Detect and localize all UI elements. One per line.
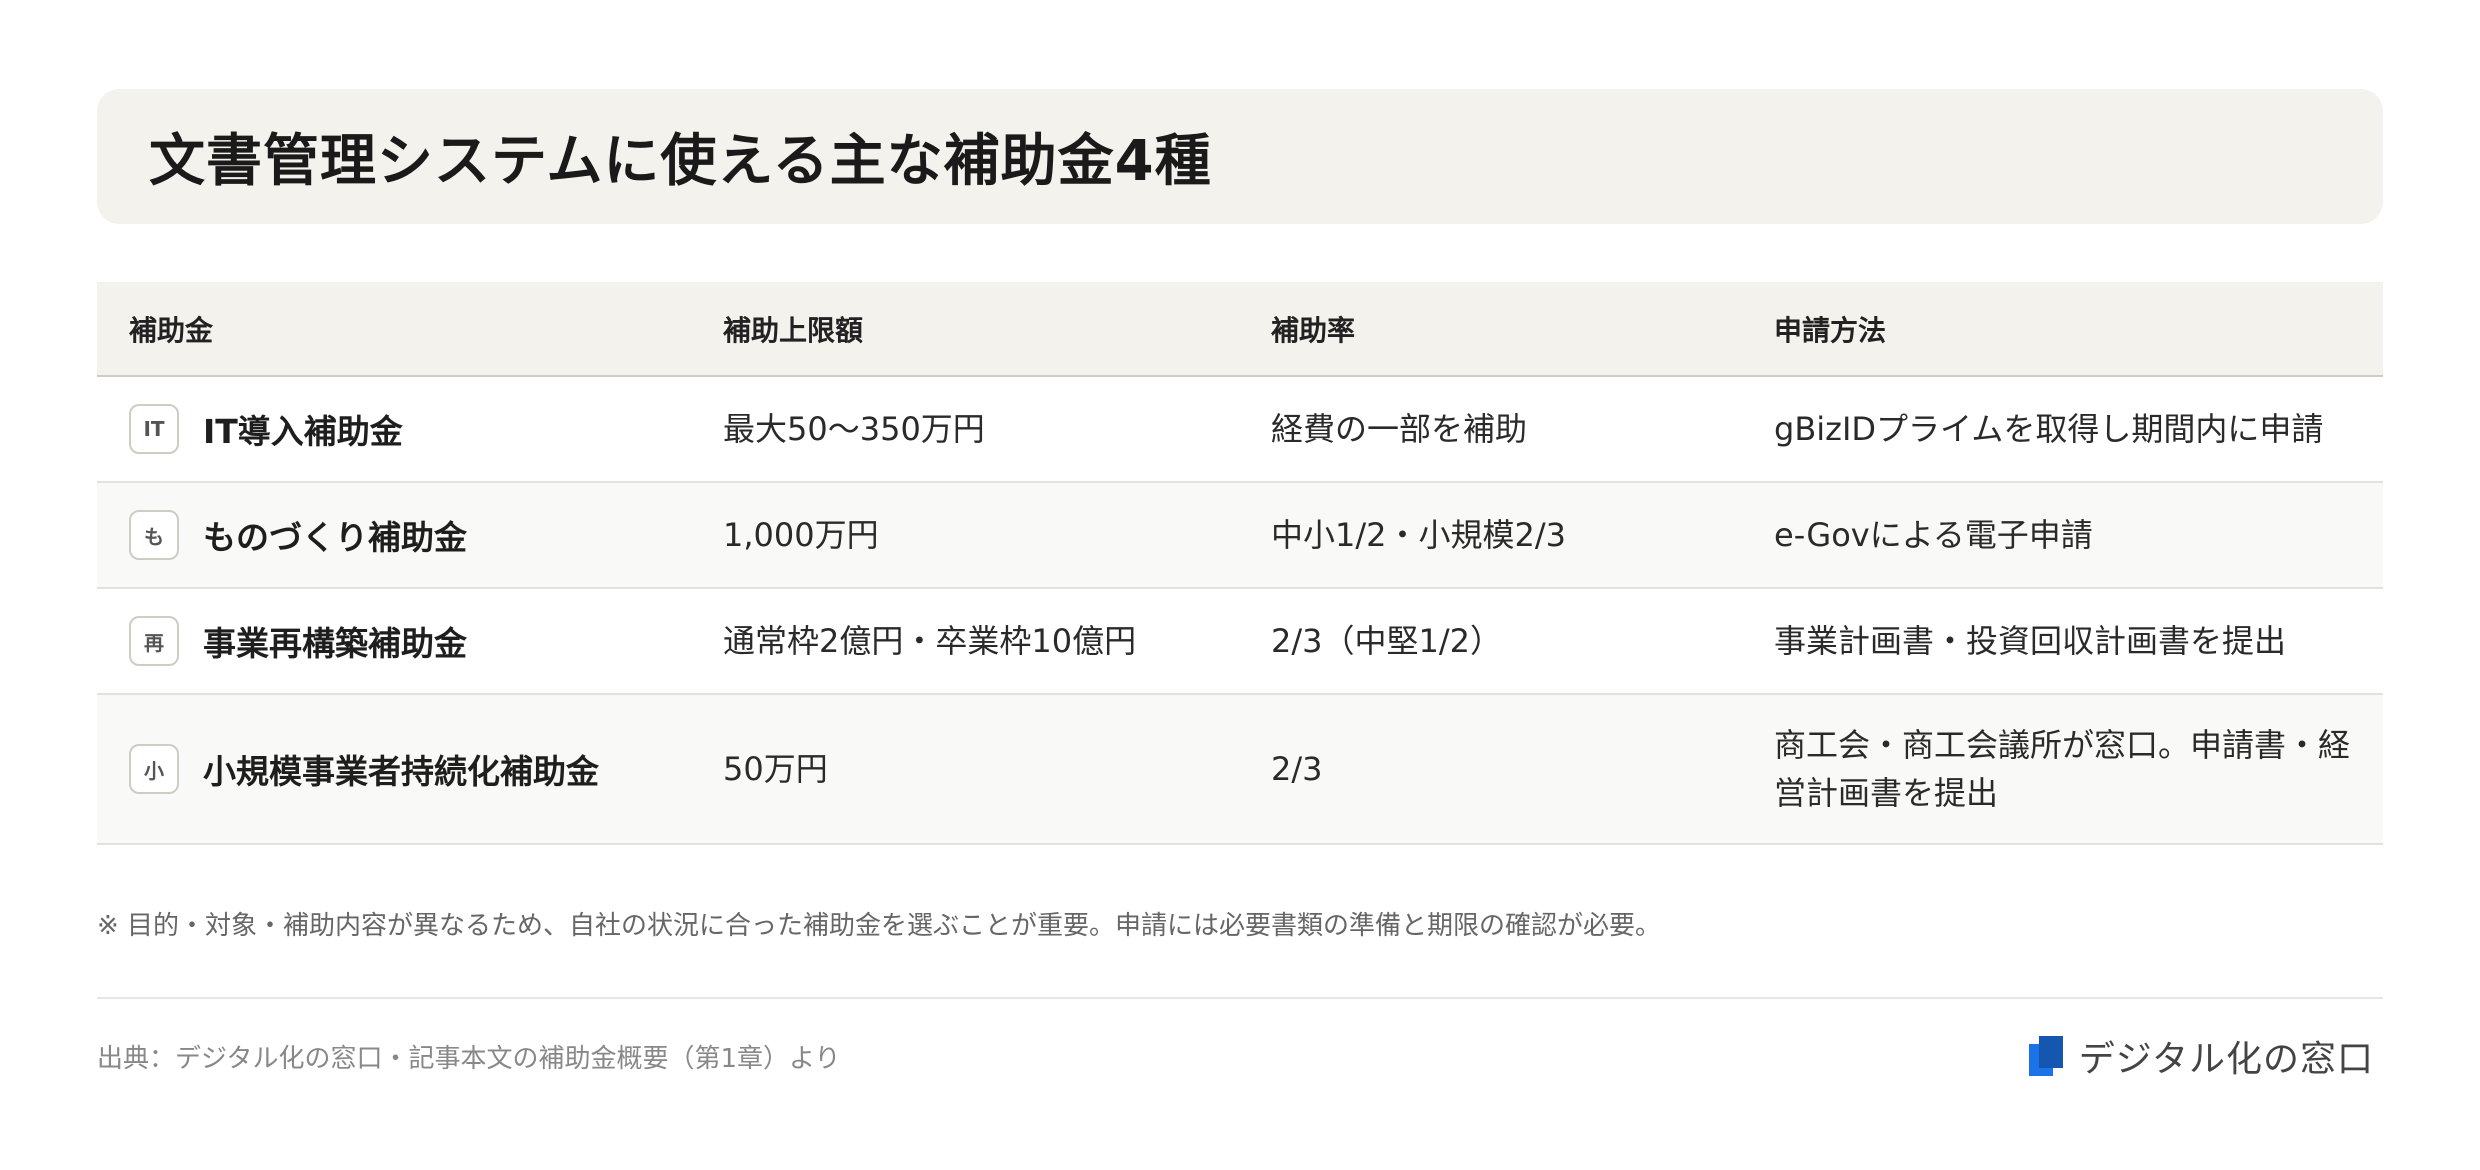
- subsidy-badge: も: [129, 510, 179, 560]
- title-banner: 文書管理システムに使える主な補助金4種: [97, 89, 2383, 224]
- subsidy-name: ものづくり補助金: [203, 518, 467, 557]
- subsidy-method: 事業計画書・投資回収計画書を提出: [1774, 622, 2287, 660]
- subsidy-limit: 最大50〜350万円: [723, 410, 985, 448]
- subsidy-badge: 小: [129, 744, 179, 794]
- page-title: 文書管理システムに使える主な補助金4種: [149, 129, 1212, 194]
- subsidy-name-cell: も ものづくり補助金: [97, 510, 723, 560]
- subsidy-method: 商工会・商工会議所が窓口。申請書・経営計画書を提出: [1774, 726, 2351, 812]
- subsidy-name: 小規模事業者持続化補助金: [203, 752, 599, 791]
- subsidy-name: 事業再構築補助金: [203, 624, 467, 663]
- subsidy-limit: 1,000万円: [723, 516, 879, 554]
- brand-logo: デジタル化の窓口: [2027, 1030, 2374, 1082]
- table-row: 小 小規模事業者持続化補助金 50万円 2/3 商工会・商工会議所が窓口。申請書…: [97, 695, 2383, 845]
- subsidy-badge: IT: [129, 404, 179, 454]
- subsidy-limit: 通常枠2億円・卒業枠10億円: [723, 622, 1137, 660]
- subsidy-rate: 中小1/2・小規模2/3: [1271, 516, 1567, 554]
- subsidy-name: IT導入補助金: [203, 412, 403, 451]
- footnote: ※ 目的・対象・補助内容が異なるため、自社の状況に合った補助金を選ぶことが重要。…: [97, 911, 1662, 941]
- document-logo-icon: [2028, 1036, 2063, 1076]
- column-header-rate: 補助率: [1271, 313, 1356, 347]
- table-header-row: 補助金 補助上限額 補助率 申請方法: [97, 282, 2383, 377]
- subsidy-badge: 再: [129, 616, 179, 666]
- subsidy-rate: 2/3（中堅1/2）: [1271, 622, 1503, 660]
- subsidy-table: 補助金 補助上限額 補助率 申請方法 IT IT導入補助金 最大50〜350万円…: [97, 282, 2383, 845]
- divider: [97, 997, 2383, 999]
- source-citation: 出典：デジタル化の窓口・記事本文の補助金概要（第1章）より: [97, 1044, 841, 1074]
- column-header-subsidy: 補助金: [129, 313, 214, 347]
- table-row: も ものづくり補助金 1,000万円 中小1/2・小規模2/3 e-Govによる…: [97, 483, 2383, 589]
- subsidy-rate: 2/3: [1271, 750, 1323, 788]
- column-header-limit: 補助上限額: [723, 313, 864, 347]
- table-row: 再 事業再構築補助金 通常枠2億円・卒業枠10億円 2/3（中堅1/2） 事業計…: [97, 589, 2383, 695]
- subsidy-method: gBizIDプライムを取得し期間内に申請: [1774, 410, 2324, 448]
- subsidy-name-cell: IT IT導入補助金: [97, 404, 723, 454]
- table-row: IT IT導入補助金 最大50〜350万円 経費の一部を補助 gBizIDプライ…: [97, 377, 2383, 483]
- column-header-method: 申請方法: [1774, 313, 1887, 347]
- subsidy-method: e-Govによる電子申請: [1774, 516, 2093, 554]
- subsidy-name-cell: 小 小規模事業者持続化補助金: [97, 744, 723, 794]
- logo-text: デジタル化の窓口: [2078, 1039, 2374, 1080]
- subsidy-name-cell: 再 事業再構築補助金: [97, 616, 723, 666]
- subsidy-limit: 50万円: [723, 750, 828, 788]
- subsidy-rate: 経費の一部を補助: [1271, 410, 1528, 448]
